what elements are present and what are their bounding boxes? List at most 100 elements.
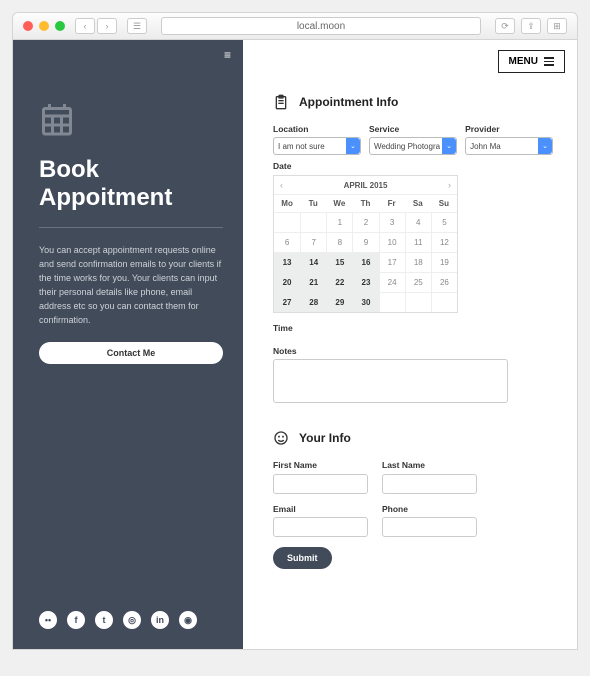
calendar-prev-button[interactable]: ‹ [280,180,283,190]
email-input[interactable] [273,517,368,537]
last-name-input[interactable] [382,474,477,494]
submit-button[interactable]: Submit [273,547,332,569]
appointment-heading: Appointment Info [299,95,398,109]
browser-toolbar: ‹ › ☰ local.moon ⟳ ⇪ ⊞ [12,12,578,40]
chevron-down-icon: ⌄ [538,138,552,154]
divider [39,227,223,228]
calendar-day [431,292,457,312]
provider-label: Provider [465,124,553,134]
calendar-dow: Su [431,194,457,212]
back-button[interactable]: ‹ [75,18,95,34]
instagram-icon[interactable]: ◎ [123,611,141,629]
calendar-day[interactable]: 20 [274,272,300,292]
calendar-day[interactable]: 19 [431,252,457,272]
page-title: Book Appoitment [39,156,223,211]
address-bar[interactable]: local.moon [161,17,481,35]
calendar-dow: Fr [379,194,405,212]
calendar-day[interactable]: 5 [431,212,457,232]
calendar-day[interactable]: 14 [300,252,326,272]
minimize-window-icon[interactable] [39,21,49,31]
calendar-day[interactable]: 27 [274,292,300,312]
calendar-day[interactable]: 22 [326,272,352,292]
calendar-day[interactable]: 11 [405,232,431,252]
page-description: You can accept appointment requests onli… [39,244,223,328]
calendar-month-label: April 2015 [344,181,388,190]
calendar-dow: Mo [274,194,300,212]
calendar-day[interactable]: 8 [326,232,352,252]
calendar-day[interactable]: 3 [379,212,405,232]
notes-label: Notes [273,346,553,356]
calendar-day[interactable]: 24 [379,272,405,292]
email-label: Email [273,504,368,514]
provider-select[interactable]: John Ma⌄ [465,137,553,155]
last-name-label: Last Name [382,460,477,470]
first-name-input[interactable] [273,474,368,494]
calendar-day[interactable]: 15 [326,252,352,272]
tabs-button[interactable]: ⊞ [547,18,567,34]
calendar-day[interactable]: 13 [274,252,300,272]
location-select[interactable]: I am not sure⌄ [273,137,361,155]
calendar-day[interactable]: 12 [431,232,457,252]
calendar-day[interactable]: 23 [352,272,378,292]
calendar-day[interactable]: 17 [379,252,405,272]
flickr-icon[interactable]: •• [39,611,57,629]
sidebar: ≡ Book Appoitment You can accept appoint… [13,40,243,649]
phone-label: Phone [382,504,477,514]
calendar-day[interactable]: 21 [300,272,326,292]
calendar-day[interactable]: 16 [352,252,378,272]
appointment-section-header: Appointment Info [273,94,553,110]
notes-textarea[interactable] [273,359,508,403]
hamburger-icon [544,57,554,66]
first-name-label: First Name [273,460,368,470]
chevron-down-icon: ⌄ [346,138,360,154]
calendar-day[interactable]: 6 [274,232,300,252]
calendar-day [379,292,405,312]
time-label: Time [273,323,553,333]
calendar-day[interactable]: 29 [326,292,352,312]
yourinfo-heading: Your Info [299,431,351,445]
service-select[interactable]: Wedding Photogra⌄ [369,137,457,155]
calendar-dow: Th [352,194,378,212]
calendar-day[interactable]: 7 [300,232,326,252]
calendar-day[interactable]: 9 [352,232,378,252]
calendar-day [405,292,431,312]
location-label: Location [273,124,361,134]
calendar-day[interactable]: 2 [352,212,378,232]
facebook-icon[interactable]: f [67,611,85,629]
calendar-day[interactable]: 26 [431,272,457,292]
forward-button[interactable]: › [97,18,117,34]
yourinfo-section-header: Your Info [273,430,553,446]
contact-button[interactable]: Contact Me [39,342,223,364]
calendar-day[interactable]: 25 [405,272,431,292]
close-window-icon[interactable] [23,21,33,31]
maximize-window-icon[interactable] [55,21,65,31]
calendar-dow: We [326,194,352,212]
calendar-day[interactable]: 1 [326,212,352,232]
calendar-dow: Sa [405,194,431,212]
social-links: •• f t ◎ in ◉ [39,611,223,637]
calendar-day[interactable]: 10 [379,232,405,252]
twitter-icon[interactable]: t [95,611,113,629]
calendar-day[interactable]: 28 [300,292,326,312]
smile-icon [273,430,289,446]
service-label: Service [369,124,457,134]
reload-button[interactable]: ⟳ [495,18,515,34]
calendar-next-button[interactable]: › [448,180,451,190]
app-window: EDIT ≡ Book Appoitment You can accept ap… [12,40,578,650]
share-button[interactable]: ⇪ [521,18,541,34]
sidebar-menu-icon[interactable]: ≡ [224,48,231,62]
menu-button[interactable]: MENU [498,50,565,73]
clipboard-icon [273,94,289,110]
calendar-dow: Tu [300,194,326,212]
calendar-day[interactable]: 30 [352,292,378,312]
sidebar-toggle-button[interactable]: ☰ [127,18,147,34]
calendar-day[interactable]: 18 [405,252,431,272]
chevron-down-icon: ⌄ [442,138,456,154]
phone-input[interactable] [382,517,477,537]
linkedin-icon[interactable]: in [151,611,169,629]
main-content: MENU Appointment Info Location I am not … [243,40,577,649]
dribbble-icon[interactable]: ◉ [179,611,197,629]
calendar-day[interactable]: 4 [405,212,431,232]
date-label: Date [273,161,553,171]
calendar-widget: ‹ April 2015 › MoTuWeThFrSaSu12345678910… [273,175,458,313]
